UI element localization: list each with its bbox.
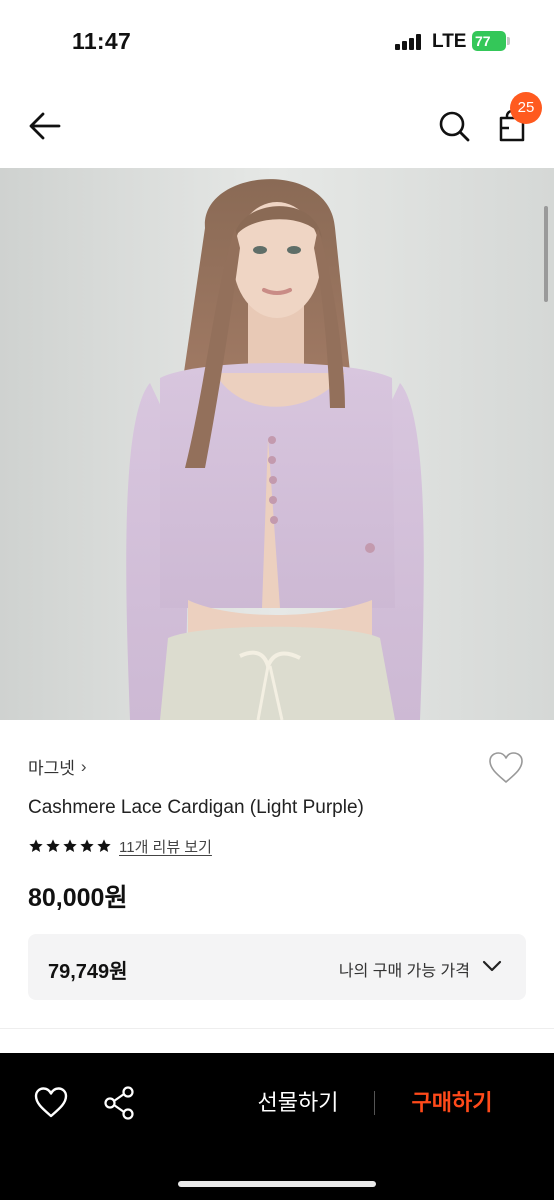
gift-button[interactable]: 선물하기 [238,1085,358,1121]
chevron-down-icon [482,960,502,972]
rating-stars [28,838,112,854]
arrow-left-icon [29,112,61,140]
rating-row: 11개 리뷰 보기 [28,836,212,856]
section-divider [0,1028,554,1029]
search-icon [439,111,470,142]
status-time: 11:47 [72,28,132,54]
my-price-dropdown[interactable]: 79,749원 나의 구매 가능 가격 [28,934,526,1000]
like-button[interactable] [31,1083,71,1123]
back-button[interactable] [26,106,66,146]
heart-outline-icon [489,752,523,783]
home-indicator [178,1181,376,1187]
brand-link[interactable]: 마그넷 › [28,754,87,779]
scrollbar[interactable] [544,206,548,302]
buy-button[interactable]: 구매하기 [392,1085,512,1121]
model-photo [0,168,554,720]
battery-icon: 77 [472,31,510,51]
brand-name: 마그넷 [28,759,75,778]
app-header [0,84,554,168]
product-detail-screen: 11:47 LTE 77 25 마그넷 › Cashmere Lace Card… [0,0,554,1200]
share-button[interactable] [100,1083,140,1123]
share-icon [104,1086,134,1120]
my-price-label: 나의 구매 가능 가격 [338,963,470,980]
signal-bars-icon [395,34,423,50]
chevron-right-icon: › [80,756,87,776]
search-button[interactable] [434,106,474,146]
cart-count-badge: 25 [510,92,542,124]
network-label: LTE [432,31,467,52]
star-icon [80,839,94,852]
heart-icon [34,1087,68,1118]
star-icon [63,839,77,852]
my-price-value: 79,749원 [48,961,128,983]
battery-level: 77 [472,31,506,51]
bottom-action-bar: 선물하기 구매하기 [0,1053,554,1200]
wishlist-button[interactable] [486,748,526,788]
star-icon [29,839,43,852]
star-icon [46,839,60,852]
status-bar: 11:47 LTE 77 [0,0,554,84]
product-price: 80,000원 [28,884,128,912]
action-divider [374,1091,375,1115]
product-title: Cashmere Lace Cardigan (Light Purple) [28,797,364,818]
star-icon [97,839,111,852]
review-link[interactable]: 11개 리뷰 보기 [119,836,212,857]
product-image[interactable] [0,168,554,720]
